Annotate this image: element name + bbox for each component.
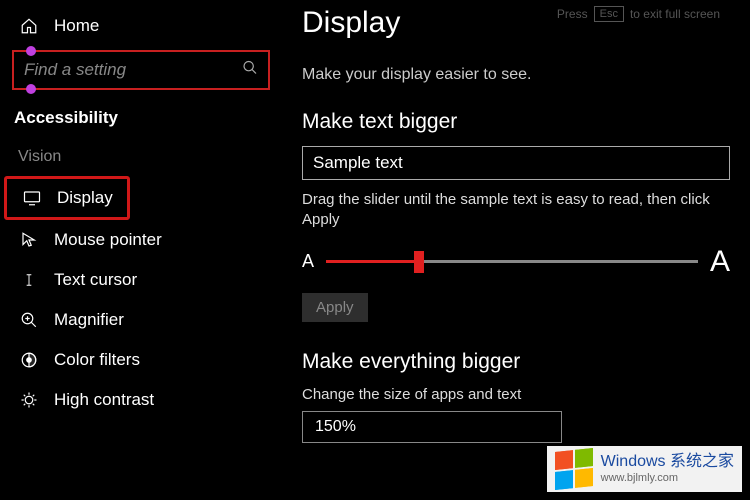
monitor-icon (21, 189, 43, 207)
selection-handle-bottom (26, 84, 36, 94)
heading-make-text-bigger: Make text bigger (302, 110, 730, 134)
exit-fs-rest: to exit full screen (630, 7, 720, 21)
watermark-line1: Windows 系统之家 (601, 453, 734, 471)
windows-logo-icon (555, 448, 593, 490)
text-size-slider-row: A A (302, 245, 730, 279)
slider-thumb[interactable] (414, 251, 424, 273)
sidebar-item-label: Mouse pointer (54, 230, 162, 250)
sidebar-item-color-filters[interactable]: Color filters (0, 340, 280, 380)
watermark-line2: www.bjlmly.com (601, 472, 734, 485)
sidebar-item-label: Color filters (54, 350, 140, 370)
color-filters-icon (18, 351, 40, 369)
sidebar-item-text-cursor[interactable]: Text cursor (0, 260, 280, 300)
pointer-icon (18, 231, 40, 249)
magnifier-icon (18, 311, 40, 329)
main-panel: Display Make your display easier to see.… (280, 0, 750, 500)
slider-label-large-a: A (710, 245, 730, 279)
home-icon (18, 17, 40, 35)
sidebar-section-title: Accessibility (0, 104, 280, 148)
apply-button[interactable]: Apply (302, 293, 368, 322)
exit-fs-press: Press (557, 7, 588, 21)
search-icon (242, 60, 258, 81)
nav-home-label: Home (54, 16, 99, 36)
selected-highlight: Display (4, 176, 130, 220)
sidebar-item-mouse-pointer[interactable]: Mouse pointer (0, 220, 280, 260)
search-container (12, 50, 270, 90)
slider-label-small-a: A (302, 251, 314, 272)
scale-dropdown-value: 150% (315, 418, 356, 436)
page-subtitle: Make your display easier to see. (302, 66, 730, 84)
heading-make-everything-bigger: Make everything bigger (302, 350, 730, 374)
watermark-text: Windows 系统之家 www.bjlmly.com (601, 453, 734, 484)
nav-home[interactable]: Home (0, 10, 280, 42)
sidebar-item-label: Display (57, 188, 113, 208)
sidebar-item-label: Magnifier (54, 310, 124, 330)
scale-dropdown[interactable]: 150% (302, 411, 562, 443)
sidebar-item-label: High contrast (54, 390, 154, 410)
exit-fullscreen-hint: Press Esc to exit full screen (557, 6, 720, 22)
sidebar-item-high-contrast[interactable]: High contrast (0, 380, 280, 420)
sample-text-box: Sample text (302, 146, 730, 180)
slider-instruction: Drag the slider until the sample text is… (302, 190, 730, 231)
sidebar-item-display[interactable]: Display (7, 179, 127, 217)
text-cursor-icon (18, 271, 40, 289)
sidebar-item-magnifier[interactable]: Magnifier (0, 300, 280, 340)
sidebar-group-vision: Vision (0, 148, 280, 176)
sidebar-item-label: Text cursor (54, 270, 137, 290)
search-input[interactable] (14, 52, 268, 88)
esc-key: Esc (594, 6, 624, 22)
high-contrast-icon (18, 391, 40, 409)
scale-label: Change the size of apps and text (302, 386, 730, 403)
watermark: Windows 系统之家 www.bjlmly.com (547, 446, 742, 492)
sidebar: Home Accessibility Vision Display (0, 0, 280, 500)
selection-handle-top (26, 46, 36, 56)
text-size-slider[interactable] (326, 260, 698, 263)
